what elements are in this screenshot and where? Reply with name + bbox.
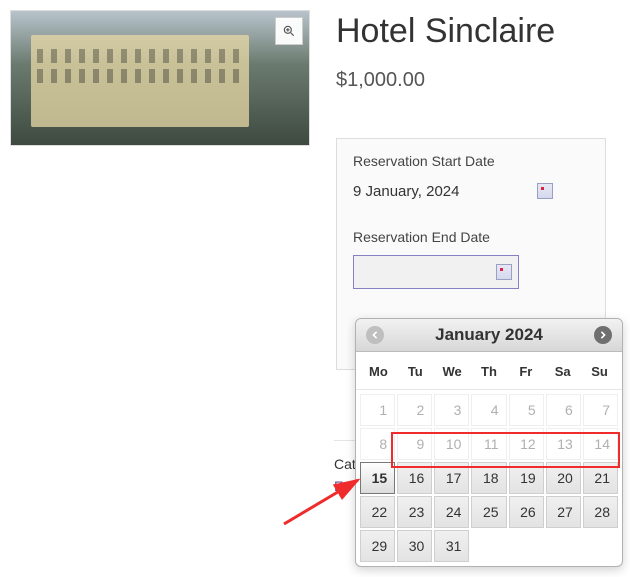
datepicker-day: 4 — [471, 394, 506, 426]
dow-label: Fr — [507, 358, 544, 385]
datepicker-day: 3 — [434, 394, 469, 426]
datepicker-day: 7 — [583, 394, 618, 426]
dow-label: Th — [471, 358, 508, 385]
start-date-label: Reservation Start Date — [353, 153, 589, 169]
datepicker-day[interactable]: 28 — [583, 496, 618, 528]
datepicker-day — [509, 530, 544, 562]
dow-label: Su — [581, 358, 618, 385]
start-date-value: 9 January, 2024 — [353, 183, 459, 200]
datepicker-day[interactable]: 18 — [471, 462, 506, 494]
dow-label: We — [434, 358, 471, 385]
product-image[interactable] — [10, 10, 310, 146]
datepicker-day: 10 — [434, 428, 469, 460]
zoom-icon[interactable] — [275, 17, 303, 45]
product-title: Hotel Sinclaire — [336, 12, 620, 51]
datepicker-day: 1 — [360, 394, 395, 426]
datepicker-day[interactable]: 24 — [434, 496, 469, 528]
datepicker-day[interactable]: 15 — [360, 462, 395, 494]
datepicker-day: 14 — [583, 428, 618, 460]
end-date-label: Reservation End Date — [353, 229, 589, 245]
dow-label: Tu — [397, 358, 434, 385]
datepicker-day[interactable]: 23 — [397, 496, 432, 528]
datepicker-day: 12 — [509, 428, 544, 460]
category-prefix: Cat — [334, 456, 356, 472]
start-date-row: 9 January, 2024 — [353, 179, 589, 203]
datepicker: January 2024 MoTuWeThFrSaSu 123456789101… — [355, 318, 623, 567]
end-date-input[interactable] — [353, 255, 519, 289]
datepicker-day[interactable]: 20 — [546, 462, 581, 494]
datepicker-day[interactable]: 30 — [397, 530, 432, 562]
datepicker-day: 6 — [546, 394, 581, 426]
edit-link[interactable]: Ed — [334, 478, 351, 494]
datepicker-day[interactable]: 19 — [509, 462, 544, 494]
datepicker-day: 8 — [360, 428, 395, 460]
datepicker-day: 5 — [509, 394, 544, 426]
datepicker-day[interactable]: 25 — [471, 496, 506, 528]
datepicker-day: 13 — [546, 428, 581, 460]
datepicker-day — [546, 530, 581, 562]
product-price: $1,000.00 — [336, 69, 620, 92]
datepicker-day: 11 — [471, 428, 506, 460]
datepicker-day — [471, 530, 506, 562]
datepicker-day[interactable]: 17 — [434, 462, 469, 494]
datepicker-day[interactable]: 26 — [509, 496, 544, 528]
dow-label: Sa — [544, 358, 581, 385]
datepicker-day — [583, 530, 618, 562]
datepicker-day: 9 — [397, 428, 432, 460]
calendar-icon[interactable] — [496, 264, 512, 280]
datepicker-day[interactable]: 21 — [583, 462, 618, 494]
datepicker-day[interactable]: 16 — [397, 462, 432, 494]
dow-label: Mo — [360, 358, 397, 385]
next-month-button[interactable] — [594, 326, 612, 344]
datepicker-day[interactable]: 31 — [434, 530, 469, 562]
calendar-icon[interactable] — [537, 183, 553, 199]
prev-month-button[interactable] — [366, 326, 384, 344]
datepicker-day[interactable]: 22 — [360, 496, 395, 528]
datepicker-month: January 2024 — [384, 325, 594, 345]
datepicker-day: 2 — [397, 394, 432, 426]
datepicker-day[interactable]: 29 — [360, 530, 395, 562]
datepicker-day[interactable]: 27 — [546, 496, 581, 528]
